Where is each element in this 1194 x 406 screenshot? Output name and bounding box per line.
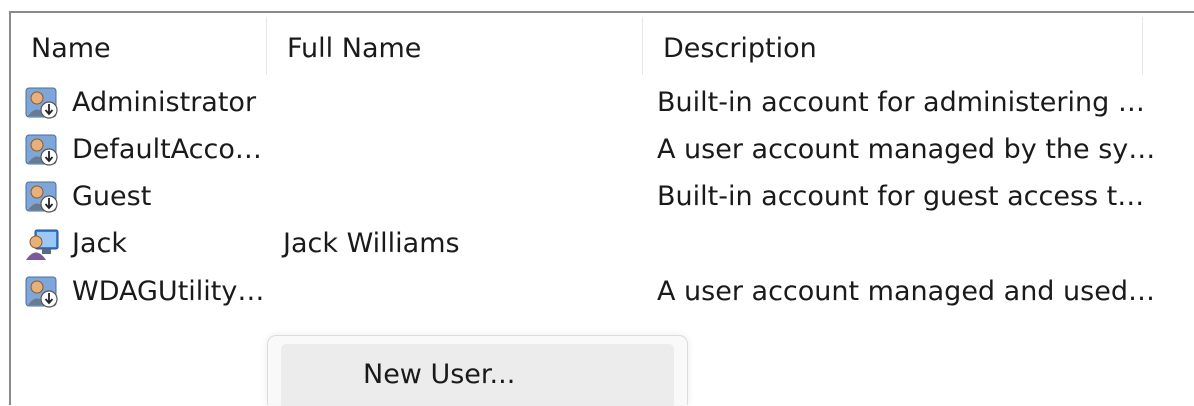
context-menu: New User... — [267, 335, 688, 406]
table-row[interactable]: Jack Jack Williams — [11, 220, 1194, 267]
user-description: Built-in account for administering … — [657, 87, 1145, 118]
managed-user-icon — [25, 134, 58, 166]
table-row[interactable]: DefaultAcco… A user account managed by t… — [11, 126, 1194, 173]
user-description: A user account managed by the sy… — [657, 134, 1156, 165]
user-description: Built-in account for guest access t… — [657, 181, 1145, 212]
user-name: WDAGUtility… — [72, 276, 265, 307]
table-row[interactable]: WDAGUtility… A user account managed and … — [11, 268, 1194, 315]
user-icon — [26, 229, 59, 260]
user-description: A user account managed and used… — [657, 276, 1155, 307]
column-header-name[interactable]: Name — [11, 13, 266, 75]
column-divider[interactable] — [1142, 17, 1143, 75]
list-header: Name Full Name Description — [11, 13, 1194, 75]
table-row[interactable]: Administrator Built-in account for admin… — [11, 79, 1194, 126]
column-header-full-name[interactable]: Full Name — [267, 13, 642, 75]
managed-user-icon — [25, 181, 58, 213]
user-full-name: Jack Williams — [283, 228, 460, 259]
managed-user-icon — [25, 276, 58, 308]
managed-user-icon — [25, 87, 58, 119]
user-name: DefaultAcco… — [72, 134, 262, 165]
menu-item-new-user[interactable]: New User... — [281, 344, 674, 406]
user-name: Jack — [72, 228, 127, 259]
user-name: Administrator — [72, 87, 257, 118]
user-name: Guest — [72, 181, 152, 212]
table-row[interactable]: Guest Built-in account for guest access … — [11, 173, 1194, 220]
column-header-description[interactable]: Description — [643, 13, 1142, 75]
